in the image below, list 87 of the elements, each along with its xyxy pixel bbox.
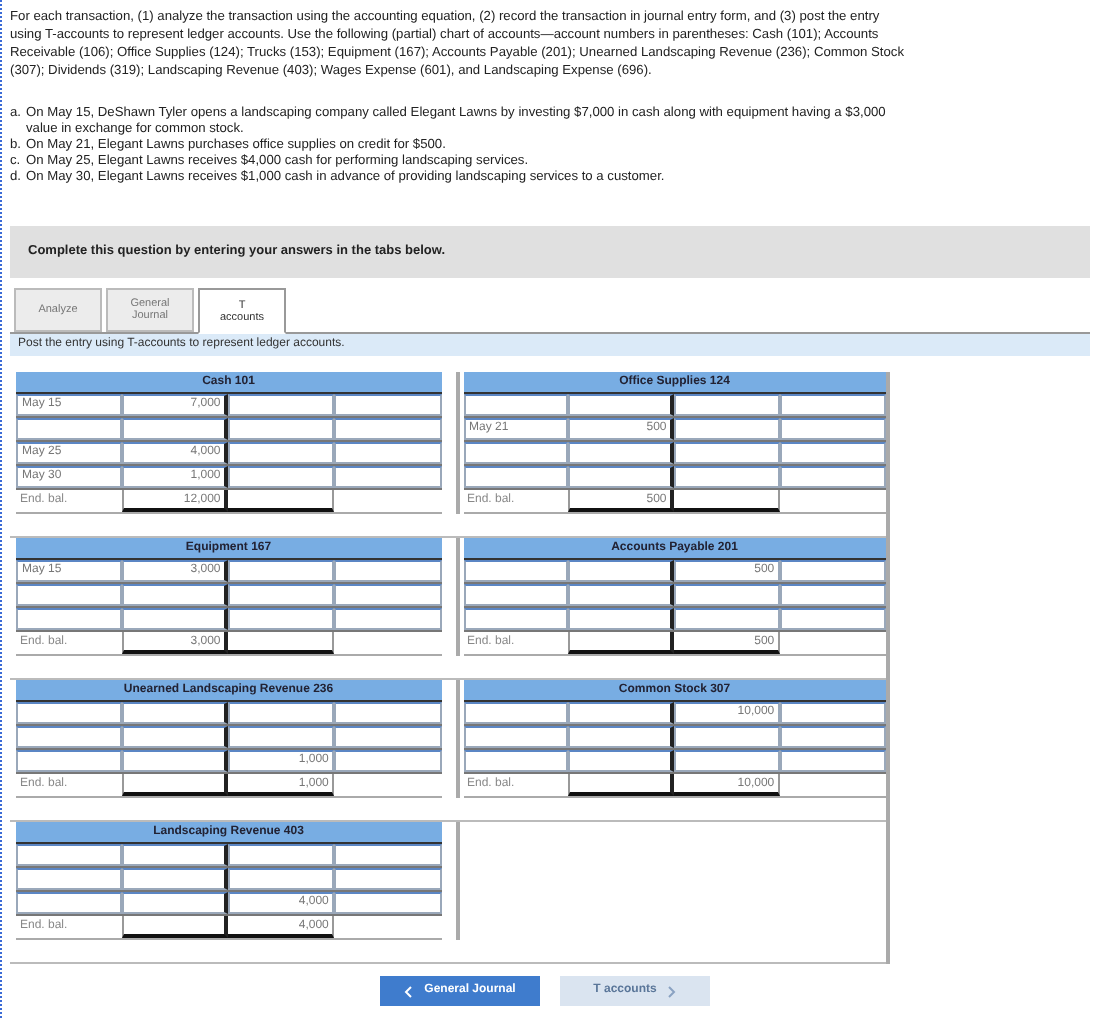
ledger-field[interactable] [228,442,335,464]
ledger-field[interactable] [674,726,781,748]
ledger-field[interactable] [463,560,569,582]
ledger-field[interactable] [334,868,441,890]
ledger-field[interactable] [16,892,123,914]
ledger-field[interactable] [122,702,229,724]
ledger-field[interactable] [228,560,335,582]
ledger-field[interactable] [780,726,886,748]
ledger-field[interactable] [780,442,886,464]
ledger-field[interactable] [16,844,123,866]
ledger-field[interactable] [674,584,781,606]
ledger-field[interactable] [16,608,123,630]
ledger-field[interactable] [334,418,441,440]
ledger-field[interactable] [780,702,886,724]
ledger-field[interactable] [122,868,229,890]
ledger-field[interactable] [334,394,441,416]
ledger-field[interactable] [463,442,569,464]
ledger-field[interactable] [568,394,675,416]
ledger-field[interactable] [228,868,335,890]
ledger-field[interactable] [463,584,569,606]
end-balance-debit [122,916,229,938]
ledger-field[interactable] [568,466,675,488]
ledger-field[interactable] [334,844,441,866]
ledger-field[interactable] [334,892,441,914]
end-balance-debit [568,774,675,796]
ledger-field[interactable] [16,418,123,440]
ledger-field[interactable] [228,394,335,416]
ledger-field[interactable] [674,750,781,772]
ledger-field[interactable] [228,844,335,866]
ledger-field[interactable] [122,892,229,914]
ledger-field[interactable] [122,750,229,772]
ledger-field[interactable] [568,702,675,724]
ledger-field[interactable] [122,726,229,748]
ledger-field[interactable] [228,418,335,440]
ledger-field[interactable] [334,584,441,606]
ledger-field[interactable] [228,702,335,724]
ledger-field[interactable] [674,442,781,464]
ledger-field[interactable] [334,466,441,488]
end-balance-credit [228,490,335,512]
ledger-field[interactable] [780,584,886,606]
ledger-field[interactable] [463,466,569,488]
ledger-field[interactable] [122,844,229,866]
ledger-field[interactable] [780,466,886,488]
ledger-field[interactable] [16,702,123,724]
ledger-field[interactable] [780,394,886,416]
ledger-field[interactable] [334,726,441,748]
ledger-field[interactable] [780,560,886,582]
ledger-field[interactable] [568,726,675,748]
chevron-right-icon [668,985,677,997]
ledger-field[interactable] [334,442,441,464]
ledger-field[interactable] [463,702,569,724]
ledger-field[interactable] [228,466,335,488]
end-balance-debit [122,774,229,796]
ledger-field[interactable] [16,868,123,890]
ledger-field[interactable] [463,394,569,416]
ledger-field[interactable] [568,584,675,606]
ledger-field[interactable] [568,608,675,630]
ledger-field[interactable] [228,608,335,630]
ledger-field[interactable] [674,466,781,488]
ledger-field[interactable] [463,750,569,772]
ledger-field[interactable] [568,442,675,464]
end-balance-debit [568,632,675,654]
ledger-field[interactable] [122,608,229,630]
ledger-field[interactable] [780,750,886,772]
ledger-field[interactable] [674,418,781,440]
ledger-field[interactable] [674,394,781,416]
ledger-field[interactable] [16,726,123,748]
ledger-field[interactable] [463,726,569,748]
ledger-field[interactable] [16,750,123,772]
ledger-field[interactable] [568,560,675,582]
ledger-field[interactable] [334,560,441,582]
ledger-field[interactable] [122,418,229,440]
end-balance-credit [674,490,781,512]
ledger-field[interactable] [780,608,886,630]
ledger-field[interactable] [122,584,229,606]
ledger-field[interactable] [780,418,886,440]
ledger-field[interactable] [334,702,441,724]
ledger-field[interactable] [674,608,781,630]
ledger-field[interactable] [568,750,675,772]
ledger-field[interactable] [228,584,335,606]
ledger-field[interactable] [334,750,441,772]
ledger-field[interactable] [463,608,569,630]
ledger-field[interactable] [228,726,335,748]
ledger-field[interactable] [334,608,441,630]
chevron-left-icon [404,985,413,997]
end-balance-credit [228,632,335,654]
ledger-field[interactable] [16,584,123,606]
